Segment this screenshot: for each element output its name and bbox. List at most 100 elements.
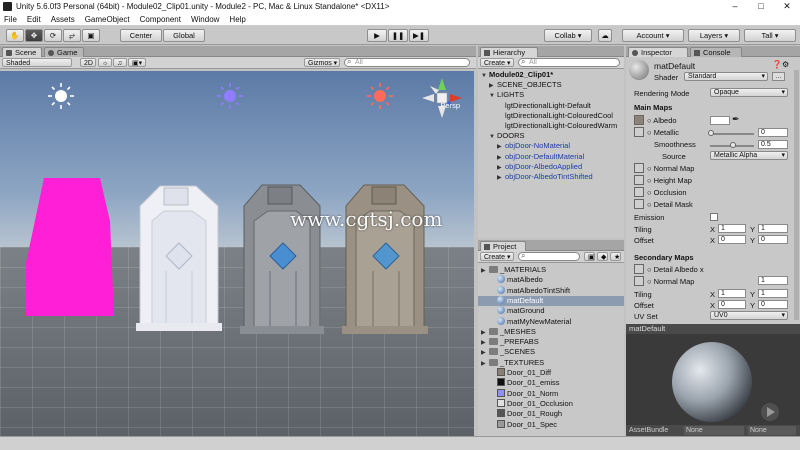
move-tool-icon[interactable]: ✥ (25, 29, 43, 42)
persp-label[interactable]: Persp (440, 101, 460, 110)
project-row[interactable]: matAlbedoTintShift (478, 285, 624, 296)
menu-edit[interactable]: Edit (27, 15, 41, 24)
uv-set-dropdown[interactable]: UV0 (710, 311, 788, 320)
project-row[interactable]: matAlbedo (478, 275, 624, 285)
project-row[interactable]: matMyNewMaterial (478, 316, 624, 327)
preview-sphere[interactable] (626, 334, 800, 425)
menu-assets[interactable]: Assets (51, 15, 75, 24)
project-row[interactable]: Door_01_Norm (478, 388, 624, 399)
scene-viewport[interactable]: Persp www.cgtsj.com (0, 71, 474, 436)
expand-right-icon[interactable]: ▶ (481, 266, 489, 275)
play-button[interactable]: ▶ (367, 29, 387, 42)
light-warm-icon[interactable] (367, 83, 393, 109)
hierarchy-create-dropdown[interactable]: Create ▾ (480, 58, 514, 67)
inspector-scrollbar[interactable] (794, 70, 799, 320)
close-icon[interactable]: ✕ (774, 0, 800, 13)
hierarchy-row[interactable]: ▶ SCENE_OBJECTS (478, 80, 624, 90)
metallic-slider-track[interactable] (710, 133, 754, 135)
project-row[interactable]: Door_01_Spec (478, 419, 624, 430)
expand-right-icon[interactable]: ▶ (481, 338, 489, 347)
rect-tool-icon[interactable]: ▣ (82, 29, 100, 42)
expand-right-icon[interactable]: ▶ (497, 142, 505, 151)
expand-down-icon[interactable]: ▼ (489, 132, 497, 141)
expand-right-icon[interactable]: ▶ (489, 81, 497, 90)
edit-shader-button[interactable]: … (772, 72, 785, 81)
secondary-offset-x-field[interactable]: 0 (718, 300, 746, 309)
expand-down-icon[interactable]: ▼ (481, 71, 489, 80)
lighting-toggle-icon[interactable]: ☼ (98, 58, 112, 67)
detail-albedo-slot[interactable] (634, 264, 644, 274)
menu-component[interactable]: Component (140, 15, 181, 24)
project-create-dropdown[interactable]: Create ▾ (480, 252, 514, 261)
offset-x-field[interactable]: 0 (718, 235, 746, 244)
tab-console[interactable]: Console (690, 47, 742, 57)
secondary-tiling-x-field[interactable]: 1 (718, 289, 746, 298)
mode-2d-button[interactable]: 2D (80, 58, 96, 67)
hierarchy-row[interactable]: lgtDirectionalLight-Default (478, 101, 624, 111)
hierarchy-row[interactable]: ▶ objDoor-DefaultMaterial (478, 152, 624, 162)
hierarchy-row[interactable]: lgtDirectionalLight-ColouredWarm (478, 121, 624, 131)
preview-title-bar[interactable]: matDefault (626, 324, 800, 334)
project-row[interactable]: ▶ _MATERIALS (478, 265, 624, 275)
secondary-normal-map-slot[interactable] (634, 276, 644, 286)
shading-mode-dropdown[interactable]: Shaded (2, 58, 72, 67)
scene-orientation-gizmo-icon[interactable] (422, 78, 462, 118)
metallic-texture-slot[interactable] (634, 127, 644, 137)
menu-gameobject[interactable]: GameObject (85, 15, 130, 24)
project-row[interactable]: Door_01_Diff (478, 368, 624, 378)
project-row[interactable]: matDefault (478, 295, 624, 306)
menu-window[interactable]: Window (191, 15, 219, 24)
pivot-global-button[interactable]: Global (163, 29, 205, 42)
favorites-icon[interactable]: ★ (610, 252, 621, 261)
project-row[interactable]: matGround (478, 306, 624, 316)
rendering-mode-dropdown[interactable]: Opaque (710, 88, 788, 97)
project-row[interactable]: ▶ _PREFABS (478, 337, 624, 347)
light-cool-icon[interactable] (217, 83, 243, 109)
minimize-icon[interactable]: – (722, 0, 748, 13)
hierarchy-row[interactable]: ▼ DOORS (478, 131, 624, 141)
scale-tool-icon[interactable]: ⥂ (63, 29, 81, 42)
project-row[interactable]: ▶ _TEXTURES (478, 358, 624, 368)
expand-right-icon[interactable]: ▶ (497, 153, 505, 162)
tab-game[interactable]: Game (44, 47, 84, 57)
project-row[interactable]: ▶ _SCENES (478, 347, 624, 357)
smoothness-value-field[interactable]: 0.5 (758, 140, 788, 149)
project-search-input[interactable] (518, 252, 580, 261)
secondary-normal-value-field[interactable]: 1 (758, 276, 788, 285)
filter-by-label-icon[interactable]: ◆ (597, 252, 608, 261)
metallic-value-field[interactable]: 0 (758, 128, 788, 137)
expand-down-icon[interactable]: ▼ (489, 91, 497, 100)
tiling-x-field[interactable]: 1 (718, 224, 746, 233)
scene-search-input[interactable]: All (344, 58, 470, 67)
expand-right-icon[interactable]: ▶ (481, 328, 489, 337)
step-button[interactable]: ▶❚ (409, 29, 429, 42)
hierarchy-row[interactable]: ▼ LIGHTS (478, 90, 624, 100)
hierarchy-row[interactable]: lgtDirectionalLight-ColouredCool (478, 111, 624, 121)
emission-checkbox[interactable] (710, 213, 718, 221)
filter-by-type-icon[interactable]: ▣ (584, 252, 595, 261)
source-dropdown[interactable]: Metallic Alpha (710, 151, 788, 160)
door-default-material[interactable] (136, 185, 222, 331)
door-no-material[interactable] (26, 178, 114, 316)
expand-right-icon[interactable]: ▶ (481, 348, 489, 357)
occlusion-slot[interactable] (634, 187, 644, 197)
layers-dropdown[interactable]: Layers ▾ (688, 29, 740, 42)
menu-file[interactable]: File (4, 15, 17, 24)
project-row[interactable]: Door_01_Rough (478, 409, 624, 419)
albedo-color-field[interactable] (710, 116, 730, 125)
hierarchy-search-input[interactable]: All (518, 58, 620, 67)
rotate-tool-icon[interactable]: ⟳ (44, 29, 62, 42)
assetbundle-variant-dropdown[interactable]: None (748, 426, 796, 435)
audio-toggle-icon[interactable]: ♫ (113, 58, 127, 67)
collab-dropdown[interactable]: Collab ▾ (544, 29, 592, 42)
hierarchy-row[interactable]: ▶ objDoor-AlbedoApplied (478, 162, 624, 172)
eyedropper-icon[interactable]: ✒ (732, 114, 740, 125)
secondary-offset-y-field[interactable]: 0 (758, 300, 788, 309)
preset-icon[interactable]: ⚙ (782, 60, 789, 69)
tab-scene[interactable]: Scene (2, 47, 42, 57)
menu-help[interactable]: Help (229, 15, 245, 24)
gizmos-dropdown[interactable]: Gizmos ▾ (304, 58, 340, 67)
pause-button[interactable]: ❚❚ (388, 29, 408, 42)
smoothness-slider-knob[interactable] (730, 142, 736, 148)
project-row[interactable]: ▶ _MESHES (478, 327, 624, 337)
